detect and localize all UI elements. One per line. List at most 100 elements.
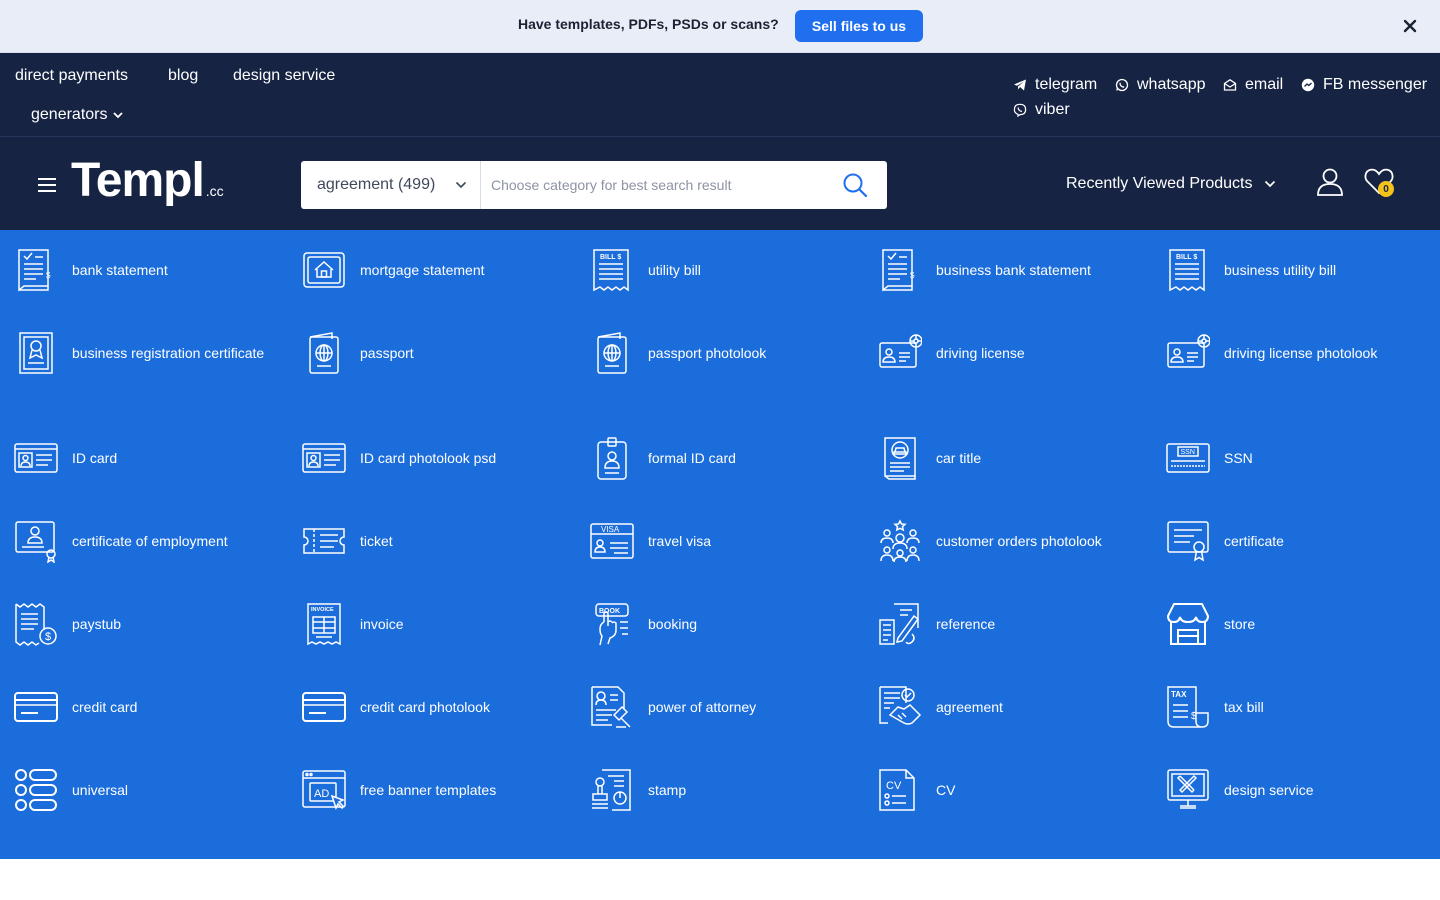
contact-fb-messenger[interactable]: FB messenger [1301,76,1427,94]
credit-card-photolook-icon [302,685,346,729]
category-business-bank-statement[interactable]: $ business bank statement [878,240,1158,300]
generators-label: generators [31,106,108,123]
paystub-icon: $ [14,602,58,646]
category-power-of-attorney[interactable]: power of attorney [590,677,870,737]
category-label: ticket [360,533,393,549]
icon-text: BOOK [599,608,620,615]
category-label: bank statement [72,262,168,278]
search-bar: agreement (499) [301,161,887,209]
formal-id-card-icon [590,436,634,480]
category-label: certificate of employment [72,533,228,549]
category-business-registration-certificate[interactable]: business registration certificate [14,330,294,376]
category-certificate[interactable]: certificate [1166,511,1440,571]
certificate-of-employment-icon [14,519,58,564]
icon-text: INVOICE [311,607,334,613]
category-mortgage-statement[interactable]: mortgage statement [302,240,582,300]
stamp-icon [590,768,634,812]
category-travel-visa[interactable]: VISA travel visa [590,511,870,571]
chevron-down-icon [1265,180,1276,188]
category-driving-license[interactable]: driving license [878,323,1158,383]
recently-viewed-dropdown[interactable]: Recently Viewed Products [1066,175,1276,193]
utility-bill-icon: BILL $ [590,248,634,292]
category-formal-id-card[interactable]: formal ID card [590,428,870,488]
category-label: utility bill [648,262,701,278]
category-label: universal [72,782,129,798]
travel-visa-icon: VISA [590,519,634,563]
category-label: booking [648,616,698,632]
svg-text:$: $ [46,271,51,280]
category-stamp[interactable]: stamp [590,760,870,820]
category-label: certificate [1224,533,1284,549]
category-passport[interactable]: passport [302,323,582,383]
category-universal[interactable]: universal [14,760,294,820]
ssn-icon: SSN [1166,436,1210,480]
category-label: mortgage statement [360,262,485,278]
category-select[interactable]: agreement (499) [301,161,481,209]
messenger-icon [1301,78,1315,92]
main-header: Templ.cc agreement (499) Recently Viewed… [0,137,1440,230]
nav-link-design-service[interactable]: design service [233,67,335,85]
category-label: free banner templates [360,782,497,798]
telegram-icon [1014,79,1026,91]
category-label: business registration certificate [72,345,265,361]
category-store[interactable]: store [1166,594,1440,654]
contact-viber[interactable]: viber [1013,101,1070,119]
store-icon [1166,602,1210,646]
viber-icon [1013,103,1027,117]
category-cv[interactable]: CV CV [878,760,1158,820]
universal-icon [14,768,58,812]
category-label: design service [1224,782,1314,798]
category-business-utility-bill[interactable]: BILL $ business utility bill [1166,240,1440,300]
category-booking[interactable]: BOOK booking [590,594,870,654]
logo-main: Templ [71,154,205,207]
category-utility-bill[interactable]: BILL $ utility bill [590,240,870,300]
nav-generators-dropdown[interactable]: generators [31,106,124,124]
booking-icon: BOOK [590,602,634,646]
category-ticket[interactable]: ticket [302,511,582,571]
search-input[interactable] [491,169,821,201]
menu-icon[interactable] [38,178,56,192]
category-bank-statement[interactable]: $ bank statement [14,240,294,300]
category-label: ID card photolook psd [360,450,497,466]
category-car-title[interactable]: car title [878,428,1158,488]
category-credit-card[interactable]: credit card [14,677,294,737]
chevron-down-icon [112,112,123,119]
category-id-card-photolook-psd[interactable]: ID card photolook psd [302,428,582,488]
nav-link-blog[interactable]: blog [168,67,198,85]
category-id-card[interactable]: ID card [14,428,294,488]
category-paystub[interactable]: $ paystub [14,594,294,654]
tax-bill-icon: $ TAX [1166,685,1210,729]
category-agreement[interactable]: agreement [878,677,1158,737]
search-icon[interactable] [842,172,868,198]
driving-license-photolook-icon [1166,331,1211,375]
driving-license-icon [878,331,923,375]
category-passport-photolook[interactable]: passport photolook [590,323,870,383]
category-invoice[interactable]: INVOICE invoice [302,594,582,654]
contact-email[interactable]: email [1223,76,1283,94]
design-service-icon [1166,768,1210,812]
icon-text: VISA [601,525,620,534]
credit-card-icon [14,685,58,729]
category-driving-license-photolook[interactable]: driving license photolook [1166,323,1440,383]
favorites-button[interactable]: 0 [1364,167,1398,201]
category-ssn[interactable]: SSN SSN [1166,428,1440,488]
category-customer-orders-photolook[interactable]: customer orders photolook [878,511,1158,571]
category-free-banner-templates[interactable]: AD free banner templates [302,760,582,820]
nav-link-direct-payments[interactable]: direct payments [15,67,128,85]
close-icon[interactable] [1398,14,1422,38]
category-tax-bill[interactable]: $ TAX tax bill [1166,677,1440,737]
category-certificate-of-employment[interactable]: certificate of employment [14,511,294,571]
contact-label: telegram [1035,76,1098,93]
category-label: SSN [1224,450,1253,466]
logo[interactable]: Templ .cc [71,153,224,208]
category-label: credit card photolook [360,699,490,715]
category-design-service[interactable]: design service [1166,760,1440,820]
category-reference[interactable]: reference [878,594,1158,654]
category-credit-card-photolook[interactable]: credit card photolook [302,677,582,737]
category-label: stamp [648,782,687,798]
user-icon[interactable] [1316,167,1344,197]
sell-files-button[interactable]: Sell files to us [795,10,923,42]
contact-telegram[interactable]: telegram [1013,76,1097,94]
contact-whatsapp[interactable]: whatsapp [1115,76,1206,94]
customer-orders-icon [878,519,922,563]
